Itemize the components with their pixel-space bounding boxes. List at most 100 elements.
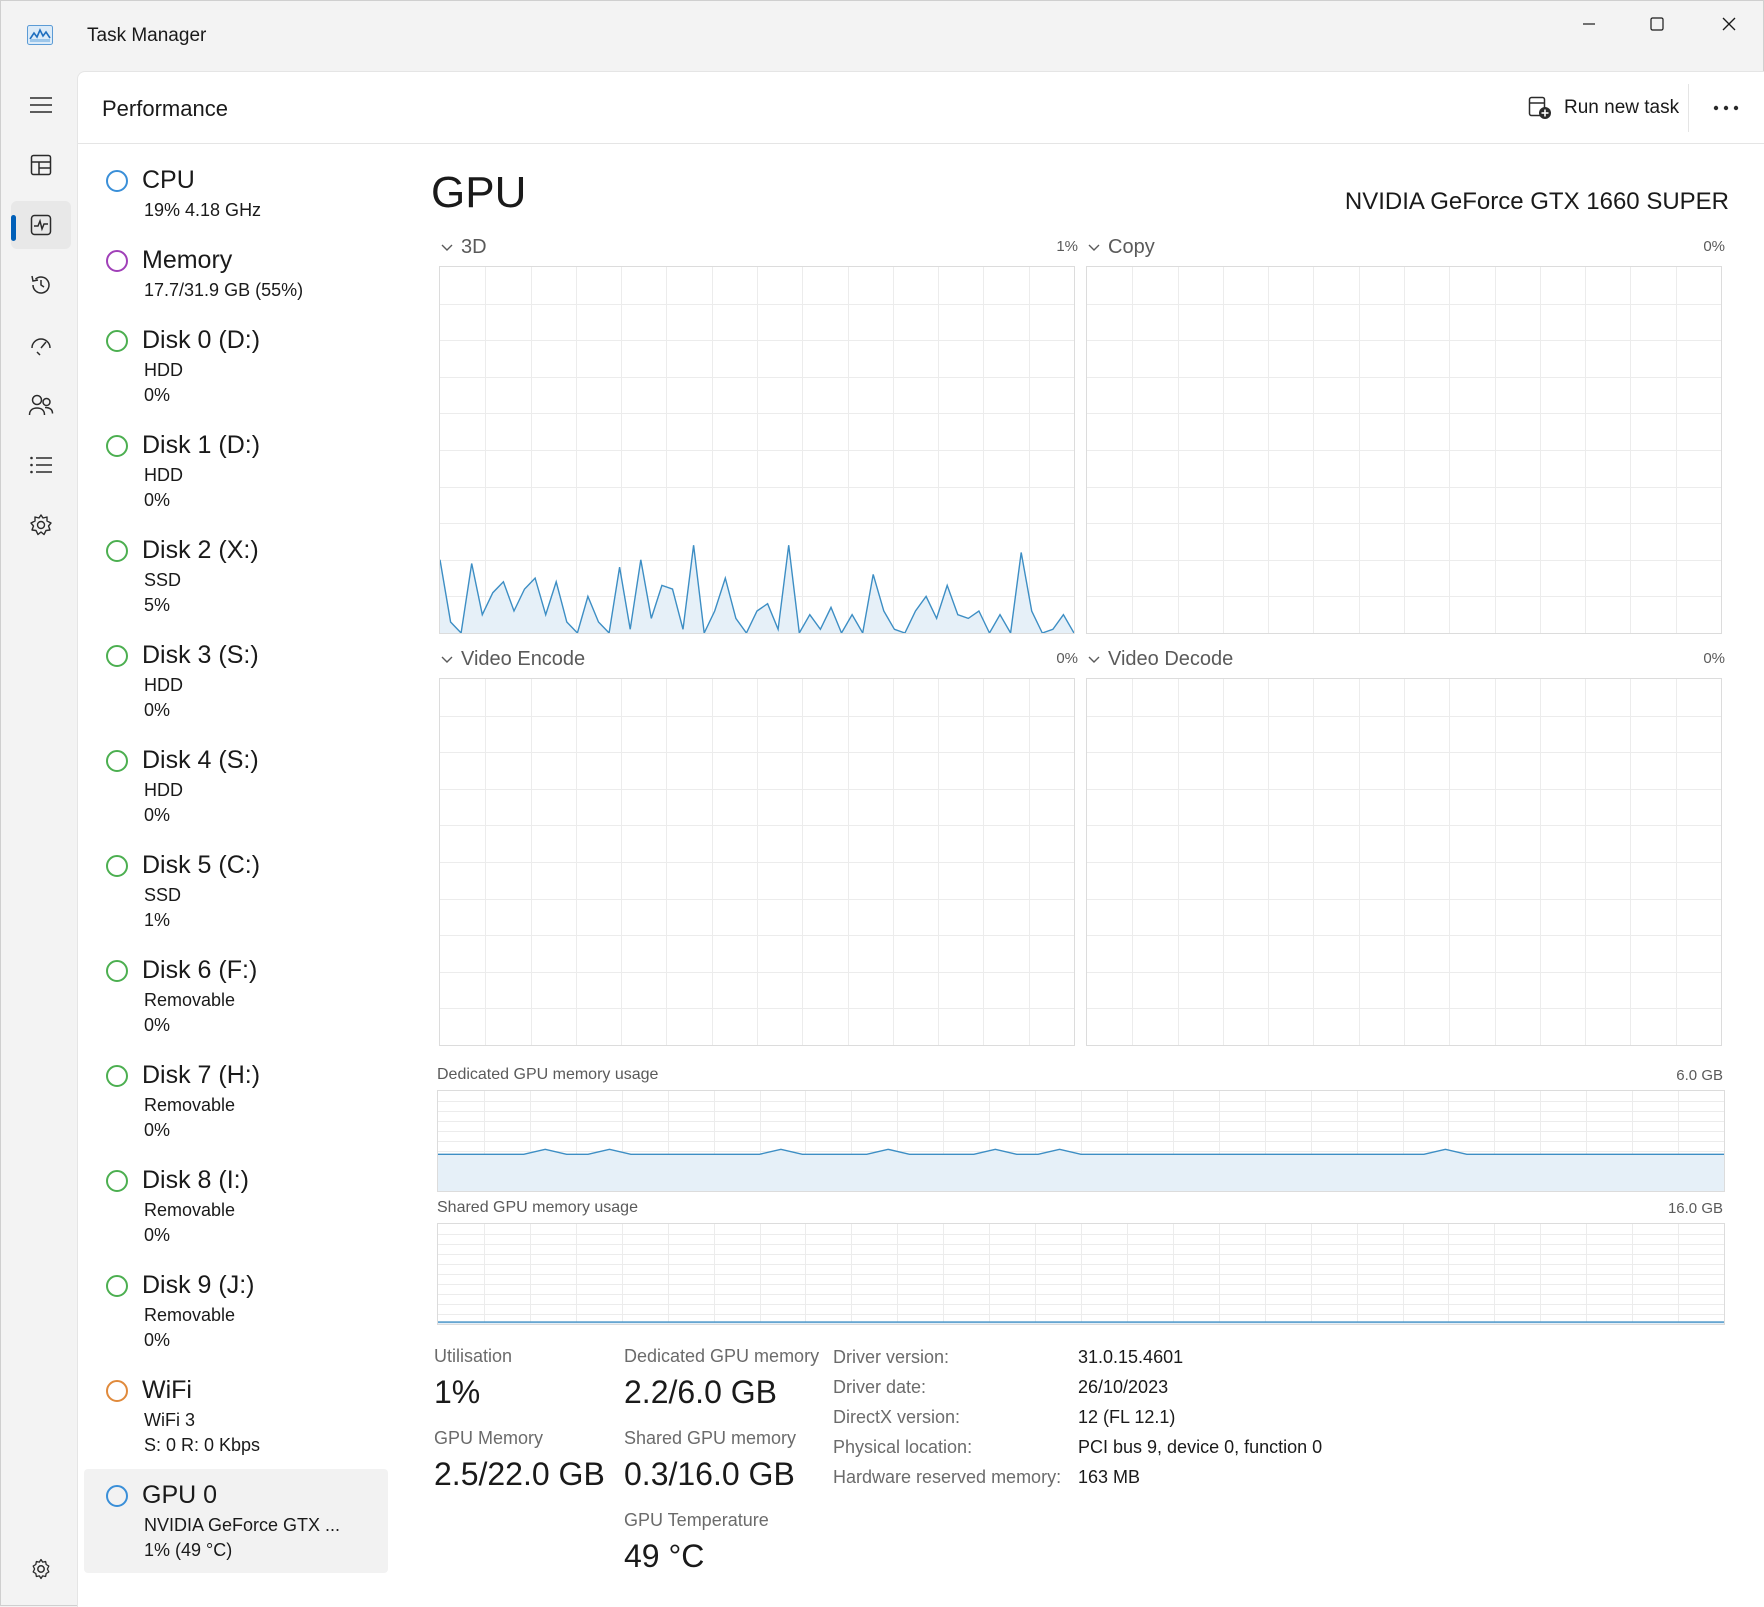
gpu-title: GPU [431,168,527,217]
page-title: Performance [102,96,228,121]
nav-users[interactable] [11,381,71,429]
device-name: Memory [142,246,233,274]
settings-icon [32,1558,50,1580]
device-type: HDD [144,465,183,485]
device-usage: 0% [144,805,171,825]
device-name: Disk 0 (D:) [142,326,261,354]
engine-3d-percent: 1% [1056,238,1078,255]
dedicated-memory-graph-label: Dedicated GPU memory usage [437,1066,659,1083]
device-disk-8[interactable]: Disk 8 (I:) Removable 0% [84,1154,388,1254]
nav-services[interactable] [11,501,71,549]
device-disk-4[interactable]: Disk 4 (S:) HDD 0% [84,734,388,834]
startup-apps-icon [31,338,51,356]
device-disk-1[interactable]: Disk 1 (D:) HDD 0% [84,419,388,519]
engine-3d-selector[interactable]: 3D [441,236,487,259]
dedicated-memory-chart [438,1091,1724,1191]
device-wifi[interactable]: WiFi WiFi 3 S: 0 R: 0 Kbps [84,1364,388,1464]
disk-status-ring [106,855,128,877]
device-usage: 0% [144,1015,171,1035]
disk-status-ring [106,1275,128,1297]
gpu-status-ring [106,1485,128,1507]
device-type: WiFi 3 [144,1410,195,1430]
disk-status-ring [106,960,128,982]
run-new-task-button[interactable]: Run new task [1518,86,1689,130]
performance-icon [30,214,52,236]
device-type: NVIDIA GeForce GTX ... [144,1515,341,1535]
hamburger-menu-icon [30,97,52,113]
device-usage: 1% [144,910,171,930]
engine-3d-chart [439,267,1075,636]
gpu-memory-value: 2.5/22.0 GB [434,1456,605,1492]
engine-copy-selector[interactable]: Copy [1088,236,1155,259]
engine-label: Video Encode [461,648,586,670]
shared-memory-graph-label: Shared GPU memory usage [437,1199,638,1216]
device-memory[interactable]: Memory 17.7/31.9 GB (55%) [84,234,388,308]
more-options-button[interactable] [1698,86,1754,130]
gpu-model-name: NVIDIA GeForce GTX 1660 SUPER [1344,188,1729,215]
driver-version-value: 31.0.15.4601 [1078,1347,1184,1367]
device-disk-2[interactable]: Disk 2 (X:) SSD 5% [84,524,388,624]
more-options-icon [1713,105,1739,111]
physical-location-value: PCI bus 9, device 0, function 0 [1078,1437,1323,1457]
device-disk-3[interactable]: Disk 3 (S:) HDD 0% [84,629,388,729]
nav-startup-apps[interactable] [11,321,71,369]
hamburger-menu-button[interactable] [11,81,71,129]
shared-memory-graph-max: 16.0 GB [1667,1200,1723,1217]
disk-status-ring [106,750,128,772]
close-icon [1722,17,1736,31]
users-icon [28,394,54,416]
nav-performance[interactable] [11,201,71,249]
utilisation-value: 1% [434,1374,481,1410]
device-type: HDD [144,360,183,380]
device-type: SSD [144,570,182,590]
device-usage: 1% (49 °C) [144,1540,233,1560]
device-disk-7[interactable]: Disk 7 (H:) Removable 0% [84,1049,388,1149]
settings-button[interactable] [17,1549,65,1589]
nav-processes[interactable] [11,141,71,189]
device-type: SSD [144,885,182,905]
services-icon [30,514,52,536]
device-stat: 19% 4.18 GHz [144,200,262,220]
device-usage: 0% [144,490,171,510]
engine-copy-chart [1087,267,1721,633]
nav-details[interactable] [11,441,71,489]
device-usage: 0% [144,1120,171,1140]
device-disk-0[interactable]: Disk 0 (D:) HDD 0% [84,314,388,414]
device-cpu[interactable]: CPU 19% 4.18 GHz [84,154,388,228]
minimize-button[interactable] [1553,1,1625,47]
nav-app-history[interactable] [11,261,71,309]
device-disk-6[interactable]: Disk 6 (F:) Removable 0% [84,944,388,1044]
device-name: Disk 8 (I:) [142,1166,249,1194]
engine-label: Video Decode [1108,648,1234,670]
device-type: Removable [144,1095,236,1115]
close-button[interactable] [1693,1,1764,47]
device-name: Disk 7 (H:) [142,1061,261,1089]
device-name: GPU 0 [142,1481,218,1509]
run-new-task-label: Run new task [1564,97,1680,118]
engine-video-encode-graph [439,678,1075,1046]
device-gpu-0[interactable]: GPU 0 NVIDIA GeForce GTX ... 1% (49 °C) [84,1469,388,1573]
device-type: HDD [144,675,183,695]
maximize-button[interactable] [1621,1,1693,47]
engine-video-decode-percent: 0% [1703,650,1725,667]
disk-status-ring [106,540,128,562]
dedicated-memory-label: Dedicated GPU memory [624,1346,820,1366]
disk-status-ring [106,330,128,352]
engine-video-encode-percent: 0% [1056,650,1078,667]
device-name: WiFi [142,1376,192,1404]
disk-status-ring [106,1065,128,1087]
dedicated-memory-graph [437,1090,1725,1192]
device-disk-5[interactable]: Disk 5 (C:) SSD 1% [84,839,388,939]
device-usage: 0% [144,385,171,405]
device-usage: S: 0 R: 0 Kbps [144,1435,261,1455]
engine-copy-graph [1086,266,1722,634]
shared-memory-value: 0.3/16.0 GB [624,1456,795,1492]
device-stat: 17.7/31.9 GB (55%) [144,280,304,300]
engine-video-decode-selector[interactable]: Video Decode [1088,648,1233,671]
device-disk-9[interactable]: Disk 9 (J:) Removable 0% [84,1259,388,1359]
device-type: Removable [144,1305,236,1325]
gpu-temperature-label: GPU Temperature [624,1510,769,1530]
driver-version-label: Driver version: [833,1347,950,1367]
device-name: Disk 9 (J:) [142,1271,255,1299]
engine-video-encode-selector[interactable]: Video Encode [441,648,585,671]
